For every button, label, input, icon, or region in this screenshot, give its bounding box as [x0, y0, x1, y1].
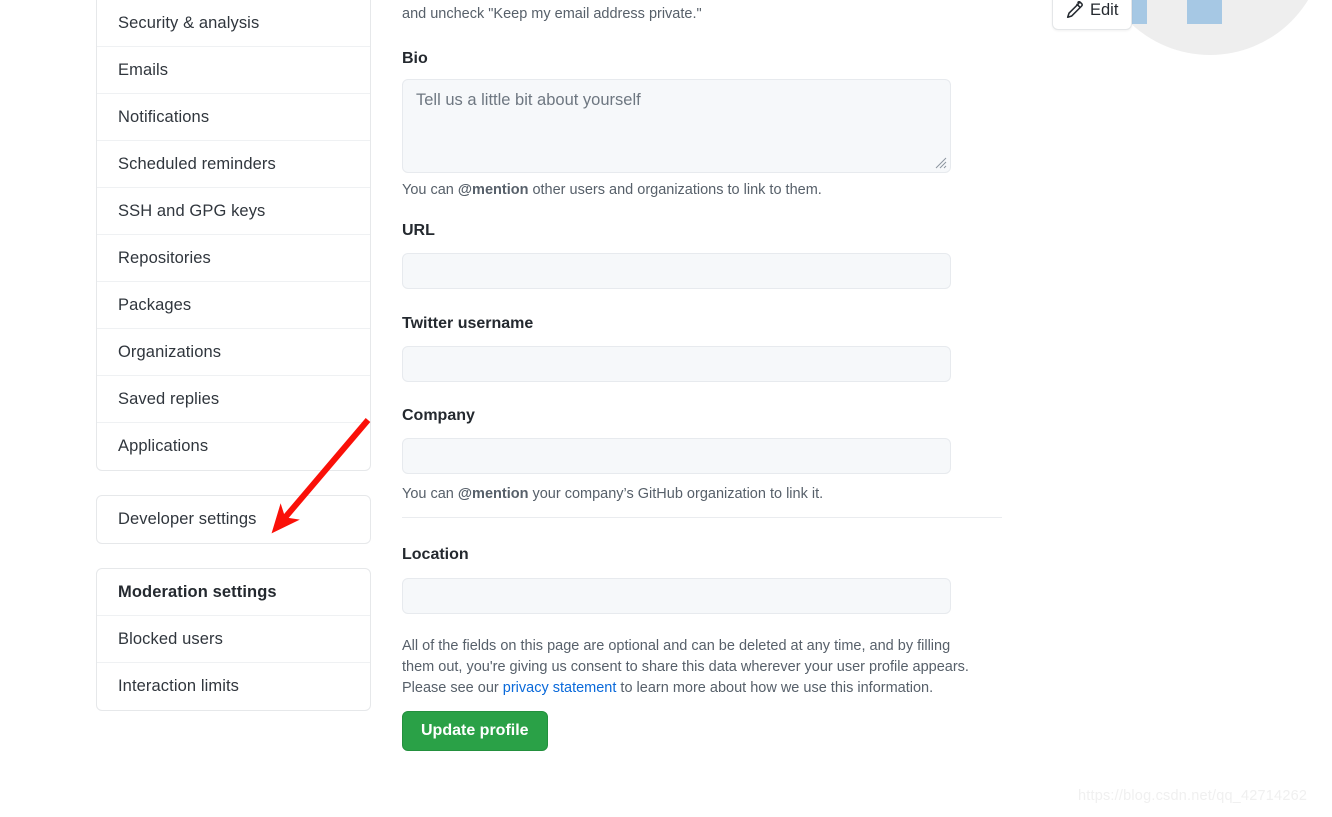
bio-help-mention: @mention [457, 182, 529, 198]
location-label: Location [402, 546, 469, 563]
url-input[interactable] [402, 253, 951, 289]
twitter-username-input[interactable] [402, 346, 951, 382]
consent-prefix: Please see our [402, 680, 503, 696]
bio-help-prefix: You can [402, 182, 458, 198]
bio-help-text: You can @mention other users and organiz… [402, 180, 822, 201]
settings-sidebar: Security & analysis Emails Notifications… [96, 0, 371, 735]
sidebar-primary-card: Security & analysis Emails Notifications… [96, 0, 371, 471]
bio-textarea[interactable]: Tell us a little bit about yourself [402, 79, 951, 173]
sidebar-item-security-analysis[interactable]: Security & analysis [97, 0, 370, 47]
pencil-icon [1066, 0, 1083, 18]
resize-handle-icon [935, 157, 947, 169]
sidebar-item-applications[interactable]: Applications [97, 423, 370, 470]
sidebar-item-organizations[interactable]: Organizations [97, 329, 370, 376]
sidebar-item-blocked-users[interactable]: Blocked users [97, 616, 370, 663]
sidebar-item-packages[interactable]: Packages [97, 282, 370, 329]
bio-placeholder-text: Tell us a little bit about yourself [416, 91, 641, 109]
sidebar-item-saved-replies[interactable]: Saved replies [97, 376, 370, 423]
sidebar-item-scheduled-reminders[interactable]: Scheduled reminders [97, 141, 370, 188]
sidebar-heading-moderation-settings: Moderation settings [97, 569, 370, 616]
edit-button-label: Edit [1090, 0, 1119, 19]
consent-text: All of the fields on this page are optio… [402, 636, 1002, 699]
identicon-block-right [1187, 0, 1222, 24]
company-help-prefix: You can [402, 486, 458, 502]
company-label: Company [402, 407, 475, 424]
email-privacy-note: and uncheck "Keep my email address priva… [402, 6, 702, 22]
consent-line-2: them out, you're giving us consent to sh… [402, 659, 969, 675]
settings-profile-page: Security & analysis Emails Notifications… [0, 0, 1332, 817]
sidebar-moderation-card: Moderation settings Blocked users Intera… [96, 568, 371, 711]
watermark-text: https://blog.csdn.net/qq_42714262 [1078, 788, 1308, 804]
consent-suffix: to learn more about how we use this info… [616, 680, 934, 696]
bio-label: Bio [402, 50, 428, 67]
sidebar-item-developer-settings[interactable]: Developer settings [97, 496, 370, 543]
company-help-mention: @mention [457, 486, 529, 502]
company-help-suffix: your company’s GitHub organization to li… [528, 486, 824, 502]
company-help-text: You can @mention your company’s GitHub o… [402, 484, 823, 505]
update-profile-button[interactable]: Update profile [402, 711, 548, 751]
sidebar-item-repositories[interactable]: Repositories [97, 235, 370, 282]
consent-line-1: All of the fields on this page are optio… [402, 638, 951, 654]
sidebar-developer-card: Developer settings [96, 495, 371, 544]
privacy-statement-link[interactable]: privacy statement [503, 680, 617, 696]
consent-line-3: Please see our privacy statement to lear… [402, 678, 1002, 699]
sidebar-item-emails[interactable]: Emails [97, 47, 370, 94]
location-input[interactable] [402, 578, 951, 614]
twitter-username-label: Twitter username [402, 315, 534, 332]
bio-help-suffix: other users and organizations to link to… [528, 182, 822, 198]
url-label: URL [402, 222, 435, 239]
sidebar-item-interaction-limits[interactable]: Interaction limits [97, 663, 370, 710]
edit-avatar-button[interactable]: Edit [1052, 0, 1133, 30]
sidebar-item-notifications[interactable]: Notifications [97, 94, 370, 141]
section-divider [402, 517, 1002, 518]
sidebar-item-ssh-gpg-keys[interactable]: SSH and GPG keys [97, 188, 370, 235]
company-input[interactable] [402, 438, 951, 474]
